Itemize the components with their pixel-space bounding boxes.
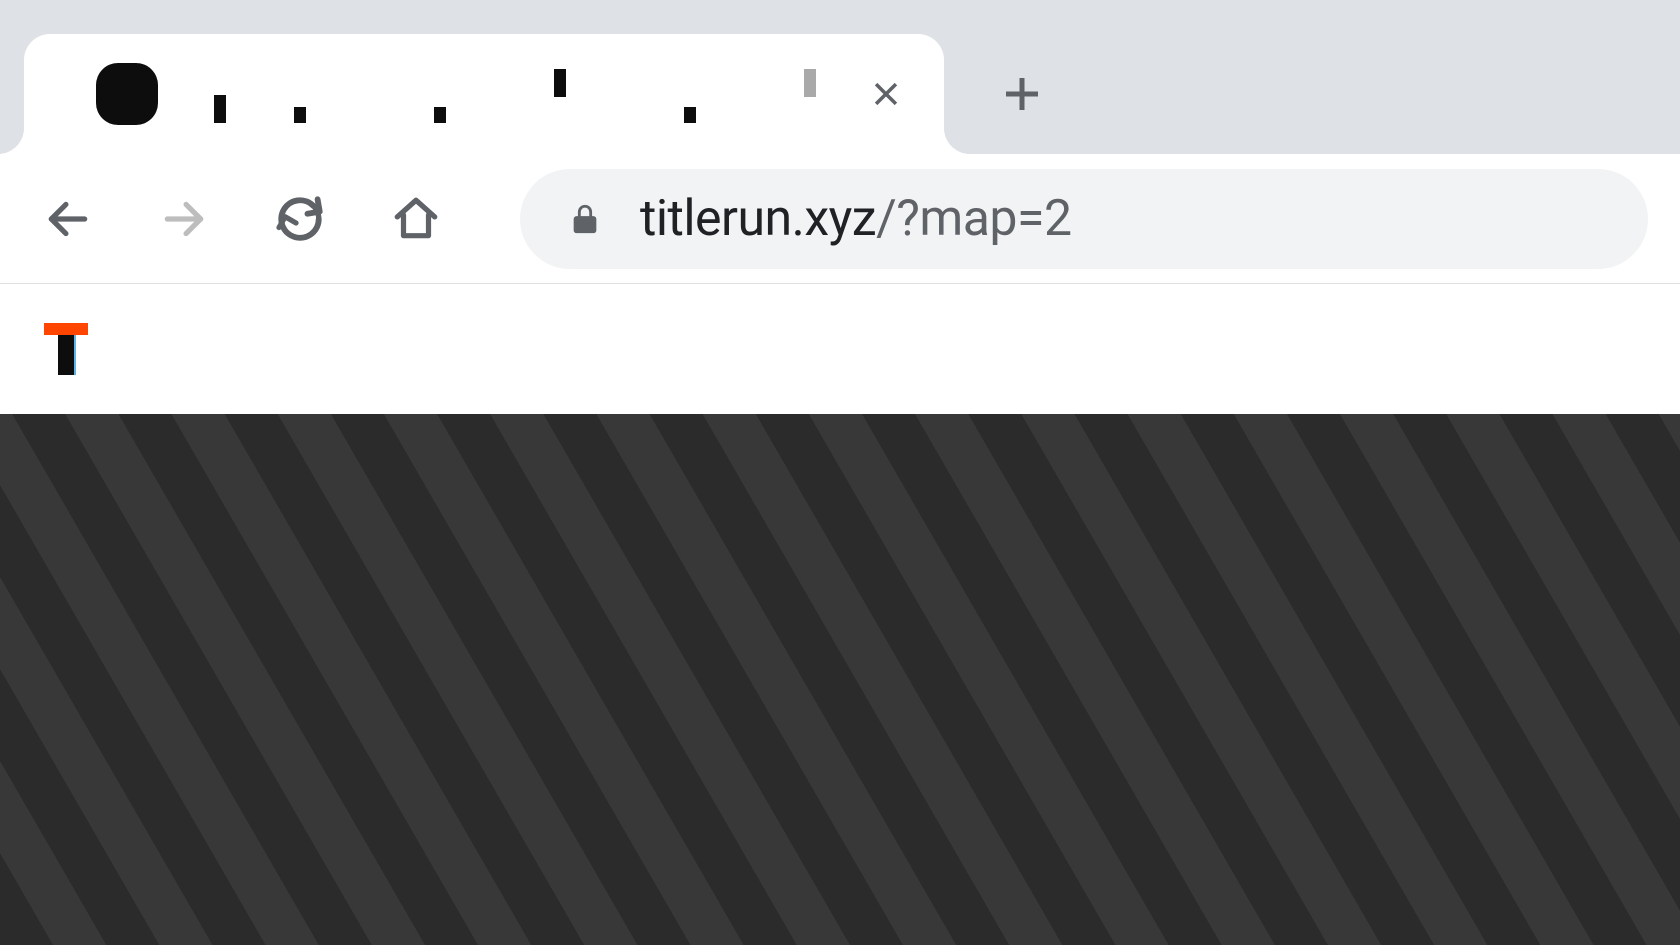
arrow-left-icon xyxy=(43,194,93,244)
bookmarks-bar xyxy=(0,284,1680,414)
game-glyph-icon xyxy=(294,107,306,123)
browser-toolbar: titlerun.xyz/?map=2 xyxy=(0,154,1680,284)
arrow-right-icon xyxy=(159,194,209,244)
home-icon xyxy=(391,194,441,244)
back-button[interactable] xyxy=(32,183,104,255)
page-content[interactable] xyxy=(0,414,1680,945)
active-tab[interactable] xyxy=(24,34,944,154)
game-glyph-icon xyxy=(554,69,566,97)
forward-button[interactable] xyxy=(148,183,220,255)
new-tab-button[interactable] xyxy=(986,58,1058,130)
bookmark-item[interactable] xyxy=(40,323,92,375)
home-button[interactable] xyxy=(380,183,452,255)
game-glyph-icon xyxy=(804,69,816,97)
url-text: titlerun.xyz/?map=2 xyxy=(640,190,1072,248)
game-glyph-icon xyxy=(434,107,446,123)
game-glyph-icon xyxy=(684,107,696,123)
bookmark-t-icon xyxy=(44,323,88,335)
reload-icon xyxy=(275,194,325,244)
tab-strip xyxy=(0,0,1680,154)
plus-icon xyxy=(998,70,1046,118)
close-icon xyxy=(869,77,903,111)
tab-favicon-icon xyxy=(96,63,158,125)
url-domain: titlerun.xyz xyxy=(640,190,876,248)
reload-button[interactable] xyxy=(264,183,336,255)
lock-icon xyxy=(568,199,602,239)
address-bar[interactable]: titlerun.xyz/?map=2 xyxy=(520,169,1648,269)
game-glyph-icon xyxy=(214,95,226,123)
close-tab-button[interactable] xyxy=(858,66,914,122)
url-path: /?map=2 xyxy=(876,190,1071,248)
tab-title xyxy=(214,65,838,123)
